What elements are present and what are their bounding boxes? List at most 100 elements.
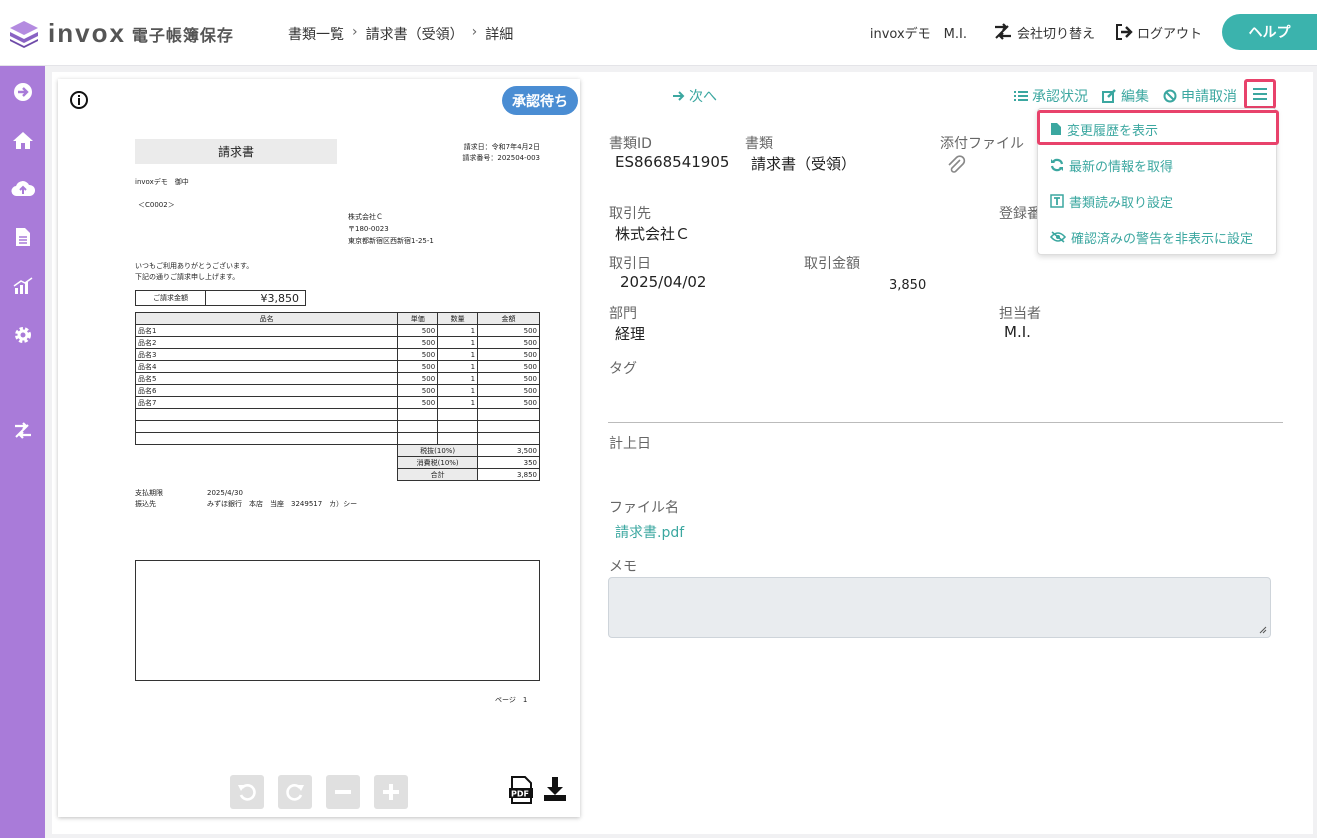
edit-button[interactable]: 編集 bbox=[1102, 86, 1149, 106]
table-row: 品名1 500 1 500 bbox=[134, 324, 540, 337]
column-header: 単価 bbox=[397, 312, 439, 325]
menu-item-hide-warnings[interactable]: 確認済みの警告を非表示に設定 bbox=[1038, 220, 1278, 254]
approval-status-button[interactable]: 承認状況 bbox=[1014, 86, 1088, 106]
total-label: 合計 bbox=[397, 468, 479, 481]
table-total-row: 合計 3,850 bbox=[136, 468, 540, 481]
date-value: 2025/04/02 bbox=[620, 273, 707, 291]
sidebar-item-settings[interactable] bbox=[0, 320, 45, 350]
invoice-customer-code: ＜C0002＞ bbox=[138, 201, 175, 209]
sidebar-item-next-icon[interactable] bbox=[0, 77, 45, 107]
amount-value: 3,850 bbox=[889, 278, 927, 293]
viewer-controls bbox=[230, 775, 408, 809]
table-row-empty bbox=[134, 408, 540, 421]
sidebar-item-reports[interactable] bbox=[0, 271, 45, 301]
pdf-icon[interactable]: PDF bbox=[508, 776, 534, 808]
person-label: 担当者 bbox=[999, 306, 1041, 322]
tax-label: 消費税(10%) bbox=[397, 456, 479, 469]
table-cell: 500 bbox=[397, 348, 439, 361]
memo-textarea[interactable] bbox=[608, 577, 1271, 638]
table-cell: 1 bbox=[437, 336, 479, 349]
table-cell: 1 bbox=[437, 384, 479, 397]
menu-item-ocr-settings[interactable]: 書類読み取り設定 bbox=[1038, 184, 1278, 218]
table-cell: 品名7 bbox=[134, 396, 399, 409]
arrow-right-icon bbox=[673, 91, 685, 101]
table-row-empty bbox=[134, 420, 540, 433]
column-header: 金額 bbox=[477, 312, 540, 325]
rotate-right-button[interactable] bbox=[278, 775, 312, 809]
info-icon[interactable] bbox=[69, 90, 89, 114]
logo-text: invox bbox=[48, 18, 126, 48]
partner-value: 株式会社Ｃ bbox=[615, 225, 691, 243]
table-cell: 品名2 bbox=[134, 336, 399, 349]
breadcrumb-item-category[interactable]: 請求書（受領） bbox=[366, 24, 464, 44]
invoice-addressee: invoxデモ 御中 bbox=[135, 178, 189, 186]
table-cell: 500 bbox=[397, 396, 439, 409]
switch-company-button[interactable]: 会社切り替え bbox=[993, 23, 1095, 42]
filename-link[interactable]: 請求書.pdf bbox=[615, 522, 684, 542]
more-menu-button[interactable] bbox=[1244, 79, 1276, 109]
resize-grip-icon[interactable] bbox=[1259, 626, 1267, 634]
sidebar-item-documents[interactable] bbox=[0, 222, 45, 252]
table-row: 品名2 500 1 500 bbox=[134, 336, 540, 349]
sidebar-item-home[interactable] bbox=[0, 125, 45, 155]
app-header: invox 電子帳簿保存 書類一覧 › 請求書（受領） › 詳細 invoxデモ… bbox=[0, 0, 1317, 66]
doc-id-label: 書類ID bbox=[609, 136, 652, 152]
table-cell: 1 bbox=[437, 324, 479, 337]
table-cell: 500 bbox=[397, 324, 439, 337]
current-user: invoxデモ M.I. bbox=[869, 26, 967, 42]
table-header-row: 品名 単価 数量 金額 bbox=[134, 312, 540, 325]
cloud-upload-icon bbox=[10, 181, 35, 197]
table-cell: 品名5 bbox=[134, 372, 399, 385]
table-cell: 500 bbox=[477, 360, 540, 373]
next-link[interactable]: 次へ bbox=[672, 86, 717, 106]
menu-item-highlight bbox=[1037, 110, 1279, 145]
table-cell: 品名3 bbox=[134, 348, 399, 361]
invoice-issuer-address: 東京都新宿区西新宿1-25-1 bbox=[348, 237, 434, 245]
menu-item-refresh[interactable]: 最新の情報を取得 bbox=[1038, 148, 1278, 182]
table-cell: 500 bbox=[397, 336, 439, 349]
total-value: 3,850 bbox=[477, 468, 540, 481]
table-cell: 1 bbox=[437, 396, 479, 409]
partner-label: 取引先 bbox=[609, 206, 651, 222]
cancel-request-label: 申請取消 bbox=[1181, 89, 1237, 105]
eye-slash-icon bbox=[1050, 231, 1066, 243]
switch-icon bbox=[994, 23, 1011, 40]
invoice-items-table: 品名 単価 数量 金額 品名1 500 1 500 品名2 500 1 500 品名3 500… bbox=[134, 312, 540, 481]
invoice-meta: 請求日：令和7年4月2日 請求番号：202504-003 bbox=[435, 142, 540, 164]
logout-button[interactable]: ログアウト bbox=[1115, 23, 1202, 42]
invoice-memo-box bbox=[135, 560, 540, 681]
logout-icon bbox=[1115, 24, 1133, 40]
rotate-right-icon bbox=[286, 784, 304, 801]
detail-actions: 承認状況 編集 申請取消 bbox=[1014, 86, 1251, 106]
rotate-left-button[interactable] bbox=[230, 775, 264, 809]
cancel-request-button[interactable]: 申請取消 bbox=[1163, 86, 1237, 106]
memo-label: メモ bbox=[609, 559, 637, 575]
tag-label: タグ bbox=[609, 361, 637, 377]
record-date-label: 計上日 bbox=[609, 436, 651, 452]
bank-label: 振込先 bbox=[135, 500, 156, 508]
sidebar-item-upload[interactable] bbox=[0, 173, 45, 203]
zoom-in-button[interactable] bbox=[374, 775, 408, 809]
due-date-value: 2025/4/30 bbox=[207, 489, 243, 497]
app-logo[interactable]: invox 電子帳簿保存 bbox=[8, 18, 234, 49]
invoice-greeting-2: 下記の通りご請求申し上げます。 bbox=[135, 273, 240, 281]
breadcrumb-item-list[interactable]: 書類一覧 bbox=[288, 24, 344, 44]
table-cell: 品名1 bbox=[134, 324, 399, 337]
chart-icon bbox=[13, 277, 32, 294]
sidebar-item-switch[interactable] bbox=[0, 416, 45, 446]
status-badge: 承認待ち bbox=[502, 86, 578, 115]
paperclip-icon[interactable] bbox=[946, 155, 966, 179]
doc-type-value: 請求書（受領） bbox=[751, 155, 857, 173]
zoom-out-button[interactable] bbox=[326, 775, 360, 809]
download-icon[interactable] bbox=[543, 776, 567, 806]
list-icon bbox=[1014, 91, 1028, 101]
invoice-issuer-zip: 〒180-0023 bbox=[348, 225, 389, 233]
table-cell: 品名4 bbox=[134, 360, 399, 373]
table-row: 品名3 500 1 500 bbox=[134, 348, 540, 361]
help-button[interactable]: ヘルプ bbox=[1222, 14, 1317, 50]
amount-label: 取引金額 bbox=[804, 256, 860, 272]
table-row: 品名7 500 1 500 bbox=[134, 396, 540, 409]
column-header: 数量 bbox=[437, 312, 479, 325]
column-header: 品名 bbox=[134, 312, 399, 325]
edit-label: 編集 bbox=[1121, 89, 1149, 105]
